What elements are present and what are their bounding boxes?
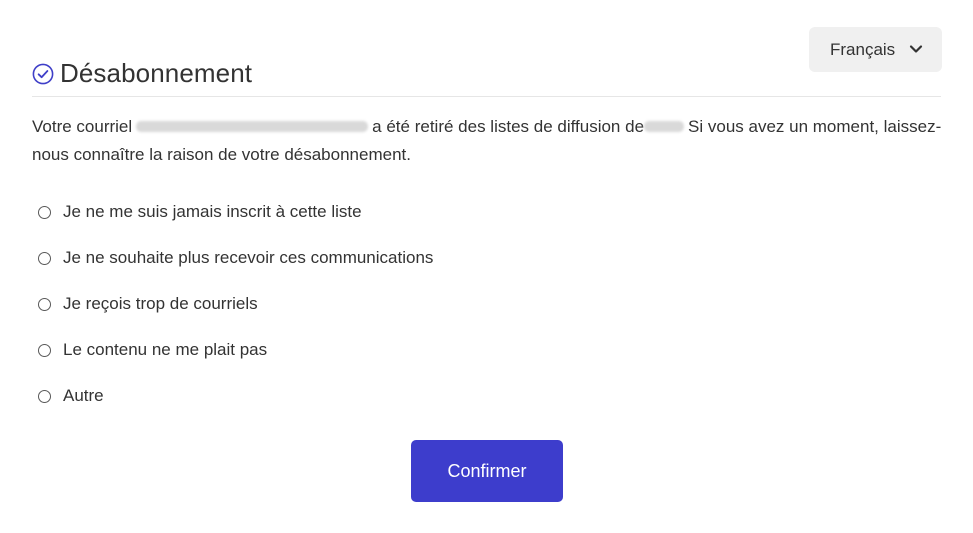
divider (32, 96, 941, 97)
reason-option[interactable]: Autre (38, 381, 433, 411)
reason-option[interactable]: Le contenu ne me plait pas (38, 335, 433, 365)
reason-option-label: Je reçois trop de courriels (63, 294, 258, 313)
check-circle-icon (32, 63, 54, 85)
radio-button[interactable] (38, 205, 51, 219)
reason-option[interactable]: Je ne souhaite plus recevoir ces communi… (38, 243, 433, 273)
radio-button[interactable] (38, 343, 51, 357)
reason-option-label: Je ne souhaite plus recevoir ces communi… (63, 248, 434, 267)
confirm-button[interactable]: Confirmer (411, 440, 563, 502)
title-row: Désabonnement (32, 55, 252, 91)
reason-option-label: Autre (63, 386, 104, 405)
redacted-email (136, 121, 369, 133)
reason-option-label: Le contenu ne me plait pas (63, 340, 268, 359)
radio-button[interactable] (38, 251, 51, 265)
reason-option[interactable]: Je reçois trop de courriels (38, 289, 433, 319)
redacted-organization (644, 121, 685, 133)
radio-button[interactable] (38, 389, 51, 403)
language-selector[interactable]: Français (809, 27, 942, 72)
reason-options: Je ne me suis jamais inscrit à cette lis… (38, 197, 433, 427)
language-selector-value: Français (830, 39, 896, 59)
page-title: Désabonnement (60, 57, 253, 88)
radio-button[interactable] (38, 297, 51, 311)
unsubscribe-message: Votre courriel a été retiré des listes de… (32, 113, 947, 169)
chevron-down-icon (909, 45, 923, 53)
reason-option-label: Je ne me suis jamais inscrit à cette lis… (63, 202, 362, 221)
message-text-1: Votre courriel (32, 117, 133, 136)
message-text-2: a été retiré des listes de diffusion de (372, 117, 645, 136)
reason-option[interactable]: Je ne me suis jamais inscrit à cette lis… (38, 197, 433, 227)
